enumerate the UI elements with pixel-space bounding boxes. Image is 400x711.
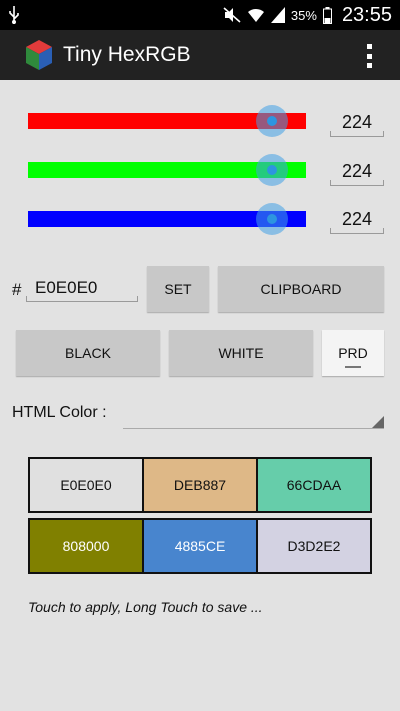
- swatch-2[interactable]: DEB887: [142, 457, 258, 513]
- battery-icon: [322, 6, 332, 24]
- blue-slider[interactable]: [28, 203, 306, 235]
- red-value-field[interactable]: 224: [330, 109, 384, 137]
- red-slider[interactable]: [28, 105, 306, 137]
- wifi-icon: [247, 8, 264, 22]
- hint-text: Touch to apply, Long Touch to save ...: [28, 599, 263, 615]
- green-value-field[interactable]: 224: [330, 158, 384, 186]
- prd-button-label: PRD: [338, 345, 368, 361]
- app-cube-icon: [26, 40, 52, 70]
- swatch-6-label: D3D2E2: [287, 538, 341, 554]
- mute-icon: [223, 7, 241, 23]
- swatch-2-label: DEB887: [173, 477, 227, 493]
- green-slider[interactable]: [28, 154, 306, 186]
- black-button[interactable]: BLACK: [16, 330, 160, 376]
- swatch-3[interactable]: 66CDAA: [256, 457, 372, 513]
- white-button-label: WHITE: [218, 345, 264, 361]
- html-color-label: HTML Color :: [12, 404, 107, 421]
- clock: 23:55: [341, 3, 392, 26]
- swatch-4[interactable]: 808000: [28, 518, 144, 574]
- battery-percent: 35%: [290, 7, 317, 23]
- prd-button[interactable]: PRD: [322, 330, 384, 376]
- dropdown-arrow-icon: [372, 416, 384, 428]
- hex-input[interactable]: E0E0E0: [26, 274, 138, 302]
- blue-value-field[interactable]: 224: [330, 206, 384, 234]
- swatch-1-label: E0E0E0: [60, 477, 112, 493]
- app-title: Tiny HexRGB: [63, 43, 191, 66]
- usb-icon: [9, 6, 19, 24]
- set-button[interactable]: SET: [147, 266, 209, 312]
- swatch-5-label: 4885CE: [174, 538, 226, 554]
- signal-icon: [270, 7, 285, 23]
- white-button[interactable]: WHITE: [169, 330, 313, 376]
- prd-indicator: [345, 366, 361, 368]
- clipboard-button[interactable]: CLIPBOARD: [218, 266, 384, 312]
- hex-prefix: #: [12, 280, 22, 299]
- action-bar: Tiny HexRGB: [0, 30, 400, 80]
- black-button-label: BLACK: [65, 345, 111, 361]
- overflow-menu-icon[interactable]: [362, 44, 376, 68]
- swatch-3-label: 66CDAA: [286, 477, 342, 493]
- swatch-4-label: 808000: [62, 538, 110, 554]
- clipboard-button-label: CLIPBOARD: [260, 281, 342, 297]
- swatch-6[interactable]: D3D2E2: [256, 518, 372, 574]
- html-color-dropdown[interactable]: [123, 410, 384, 429]
- status-bar: 35% 23:55: [0, 0, 400, 30]
- set-button-label: SET: [164, 281, 192, 297]
- swatch-1[interactable]: E0E0E0: [28, 457, 144, 513]
- swatch-5[interactable]: 4885CE: [142, 518, 258, 574]
